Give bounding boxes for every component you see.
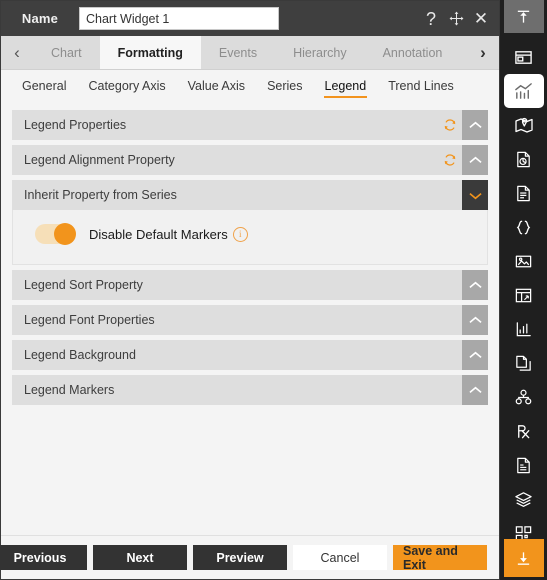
dialog-titlebar: Name ? ✕ <box>1 1 499 36</box>
subtab-category-axis[interactable]: Category Axis <box>77 71 176 101</box>
section-title: Legend Font Properties <box>24 313 155 327</box>
form-document-icon[interactable] <box>504 448 544 482</box>
collapse-toggle-icon[interactable] <box>462 305 488 335</box>
section-legend-markers: Legend Markers <box>12 375 488 405</box>
table-icon[interactable] <box>504 278 544 312</box>
reset-icon[interactable] <box>438 110 462 140</box>
collapse-toggle-icon[interactable] <box>462 340 488 370</box>
section-header-inherit-property-from-series[interactable]: Inherit Property from Series <box>12 180 488 210</box>
widget-configuration-dialog: Name ? ✕ <box>0 0 547 580</box>
section-legend-sort-property: Legend Sort Property <box>12 270 488 300</box>
download-icon[interactable] <box>503 539 544 577</box>
collapse-toggle-icon[interactable] <box>462 110 488 140</box>
grid-icon[interactable] <box>504 516 544 539</box>
disable-default-markers-label-group: Disable Default Markers i <box>89 226 248 242</box>
reset-icon[interactable] <box>438 145 462 175</box>
code-braces-icon[interactable] <box>504 210 544 244</box>
name-label: Name <box>21 11 59 26</box>
widget-name-input[interactable] <box>79 7 279 30</box>
expand-toggle-icon[interactable] <box>462 180 488 210</box>
next-button[interactable]: Next <box>93 545 187 570</box>
section-header-legend-background[interactable]: Legend Background <box>12 340 488 370</box>
disable-default-markers-toggle[interactable] <box>35 223 76 245</box>
section-title: Legend Markers <box>24 383 115 397</box>
prescription-icon[interactable] <box>504 414 544 448</box>
section-title: Legend Sort Property <box>24 278 143 292</box>
section-title: Legend Background <box>24 348 136 362</box>
cancel-button[interactable]: Cancel <box>293 545 387 570</box>
section-legend-font-properties: Legend Font Properties <box>12 305 488 335</box>
save-and-exit-button[interactable]: Save and Exit <box>393 544 487 572</box>
formatting-subtab-bar: General Category Axis Value Axis Series … <box>1 70 499 102</box>
document-icon[interactable] <box>504 176 544 210</box>
move-icon[interactable] <box>448 10 464 28</box>
tab-chart[interactable]: Chart <box>33 36 100 69</box>
toggle-label: Disable Default Markers <box>89 226 228 242</box>
subtab-legend[interactable]: Legend <box>314 71 378 101</box>
tab-hierarchy[interactable]: Hierarchy <box>275 36 365 69</box>
section-title: Inherit Property from Series <box>24 188 177 202</box>
report-page-icon[interactable] <box>504 142 544 176</box>
tab-formatting[interactable]: Formatting <box>99 36 201 69</box>
collapse-toggle-icon[interactable] <box>462 270 488 300</box>
subtab-trend-lines[interactable]: Trend Lines <box>377 71 465 101</box>
widget-panel-icon[interactable] <box>504 40 544 74</box>
chart-icon[interactable] <box>503 74 544 108</box>
section-legend-alignment-property: Legend Alignment Property <box>12 145 488 175</box>
subtab-value-axis[interactable]: Value Axis <box>177 71 256 101</box>
bar-chart-icon[interactable] <box>504 312 544 346</box>
dialog-footer: Previous Next Preview Cancel Save and Ex… <box>0 535 499 579</box>
tab-annotation[interactable]: Annotation <box>364 36 461 69</box>
section-header-legend-sort-property[interactable]: Legend Sort Property <box>12 270 488 300</box>
layers-icon[interactable] <box>504 482 544 516</box>
section-body-inherit-property-from-series: Disable Default Markers i <box>12 210 488 265</box>
section-legend-background: Legend Background <box>12 340 488 370</box>
section-header-legend-alignment-property[interactable]: Legend Alignment Property <box>12 145 488 175</box>
close-icon[interactable]: ✕ <box>473 10 489 28</box>
main-tab-bar: ‹ Chart Formatting Events Hierarchy Anno… <box>1 36 499 70</box>
preview-button[interactable]: Preview <box>193 545 287 570</box>
toggle-knob <box>54 223 76 245</box>
previous-button[interactable]: Previous <box>0 545 87 570</box>
hierarchy-icon[interactable] <box>504 380 544 414</box>
tabs-next-arrow-icon[interactable]: › <box>467 36 499 69</box>
section-inherit-property-from-series: Inherit Property from Series Disable Def… <box>12 180 488 265</box>
section-header-legend-font-properties[interactable]: Legend Font Properties <box>12 305 488 335</box>
collapse-toggle-icon[interactable] <box>462 145 488 175</box>
map-icon[interactable] <box>504 108 544 142</box>
tabs-prev-arrow-icon[interactable]: ‹ <box>1 36 33 69</box>
dialog-window: Name ? ✕ <box>0 0 500 580</box>
info-icon[interactable]: i <box>232 226 248 242</box>
question-mark-icon[interactable]: ? <box>423 10 439 28</box>
disable-default-markers-row: Disable Default Markers i <box>13 223 487 245</box>
subtab-general[interactable]: General <box>11 71 77 101</box>
section-header-legend-markers[interactable]: Legend Markers <box>12 375 488 405</box>
subtab-series[interactable]: Series <box>256 71 313 101</box>
rail-items <box>500 33 547 539</box>
section-legend-properties: Legend Properties <box>12 110 488 140</box>
image-icon[interactable] <box>504 244 544 278</box>
copy-page-icon[interactable] <box>504 346 544 380</box>
collapse-toggle-icon[interactable] <box>462 375 488 405</box>
section-header-legend-properties[interactable]: Legend Properties <box>12 110 488 140</box>
section-title: Legend Properties <box>24 118 127 132</box>
section-title: Legend Alignment Property <box>24 153 175 167</box>
titlebar-actions: ? ✕ <box>423 10 491 28</box>
tab-events[interactable]: Events <box>200 36 276 69</box>
collapse-up-icon[interactable] <box>503 0 544 33</box>
legend-settings-panel: Legend Properties Legend Alignment Prope… <box>1 102 499 535</box>
right-toolbar-rail <box>500 0 547 580</box>
